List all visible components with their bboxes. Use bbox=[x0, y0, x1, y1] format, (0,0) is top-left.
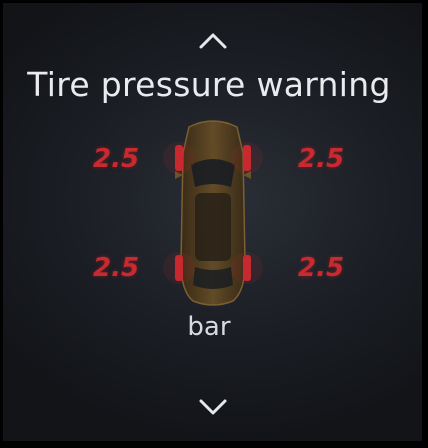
front-left-pressure: 2.5 bbox=[93, 144, 140, 174]
chevron-up-icon bbox=[199, 33, 227, 49]
screen-frame: Tire pressure warning 2.5 2.5 2.5 2.5 ba… bbox=[0, 0, 428, 448]
front-right-pressure: 2.5 bbox=[298, 144, 345, 174]
rear-left-pressure: 2.5 bbox=[93, 253, 140, 283]
tire-pressure-card: Tire pressure warning 2.5 2.5 2.5 2.5 ba… bbox=[3, 3, 422, 441]
scroll-up-button[interactable] bbox=[188, 23, 238, 57]
chevron-down-icon bbox=[199, 399, 227, 415]
scroll-down-button[interactable] bbox=[188, 390, 238, 424]
car-top-view-icon bbox=[163, 120, 263, 306]
page-title: Tire pressure warning bbox=[27, 65, 391, 104]
pressure-unit-label: bar bbox=[187, 312, 231, 342]
rear-right-pressure: 2.5 bbox=[298, 253, 345, 283]
